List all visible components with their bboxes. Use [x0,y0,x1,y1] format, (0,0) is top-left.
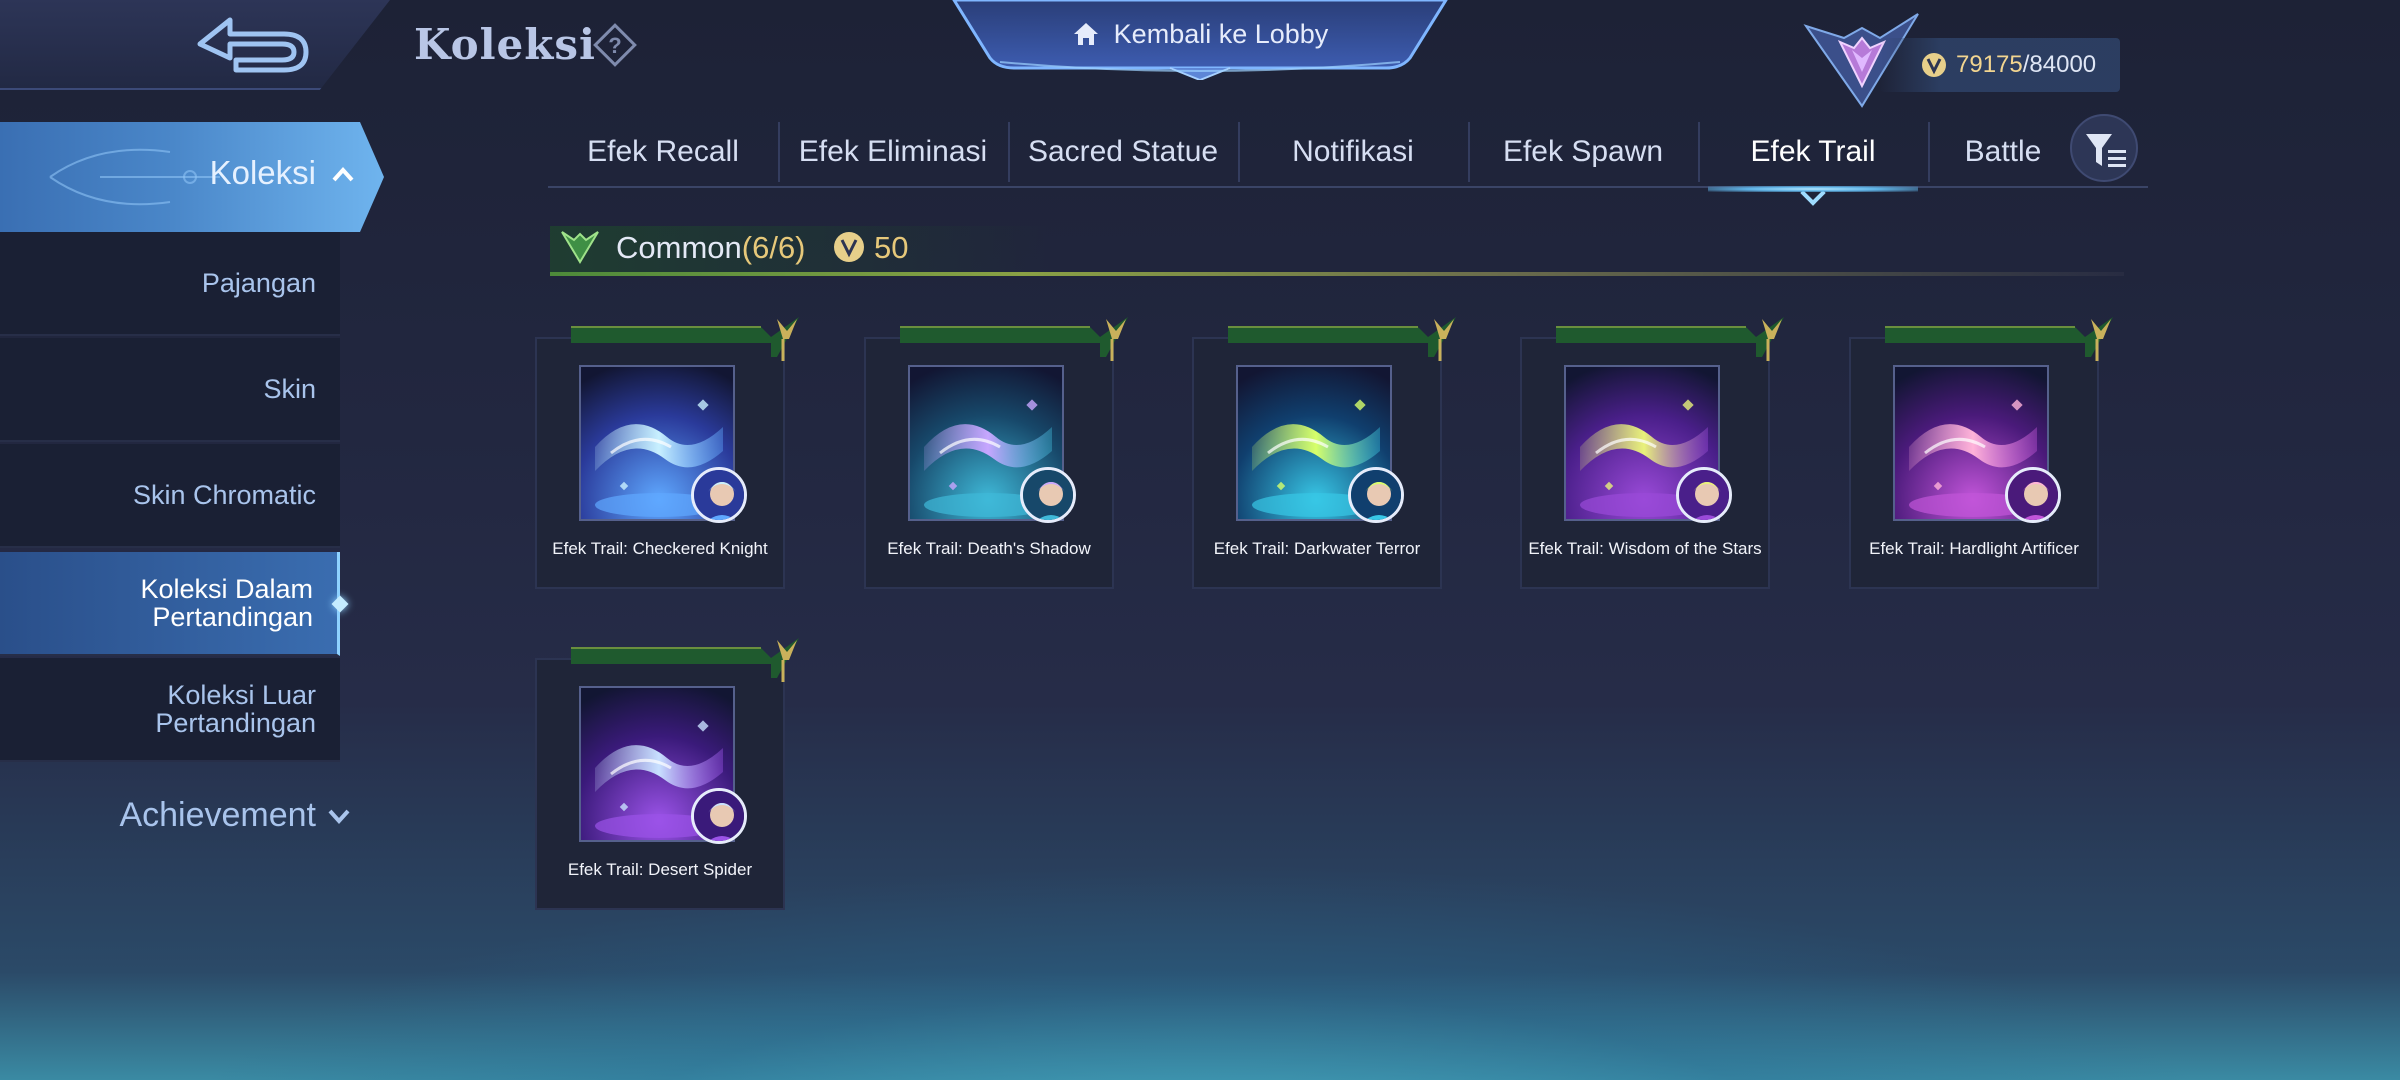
section-points: 50 [874,230,909,265]
filter-button[interactable] [2070,114,2138,182]
tab-efek-recall[interactable]: Efek Recall [548,116,778,188]
chevron-down-icon [328,809,350,824]
currency-text: 79175/84000 [1956,51,2096,79]
card-ribbon-icon [571,638,799,682]
hero-avatar-icon [691,467,747,523]
active-indicator-icon [331,595,349,613]
tab-label: Efek Trail [1750,135,1876,168]
rarity-label: Common [616,230,742,265]
item-card[interactable]: Efek Trail: Wisdom of the Stars [1520,317,1784,589]
card-ribbon-icon [1885,317,2113,361]
page-title: Koleksi [414,20,596,69]
sidebar-item-label: Koleksi Dalam Pertandingan [140,574,313,632]
item-card[interactable]: Efek Trail: Hardlight Artificer [1849,317,2113,589]
item-label: Efek Trail: Desert Spider [567,860,753,879]
lobby-label: Kembali ke Lobby [1113,18,1329,49]
tab-label: Efek Recall [587,135,739,168]
sidebar-item-skin-chromatic[interactable]: Skin Chromatic [0,444,340,548]
sidebar-item-label: Skin [263,374,316,404]
tab-battle[interactable]: Battle [1928,116,2078,188]
currency-total: /84000 [2022,51,2097,78]
tab-label: Efek Spawn [1502,135,1664,168]
back-to-lobby-button[interactable]: Kembali ke Lobby [1040,12,1360,56]
item-card[interactable]: Efek Trail: Death's Shadow [864,317,1128,589]
rarity-common-icon [561,231,599,264]
item-label: Efek Trail: Hardlight Artificer [1869,539,2079,558]
card-ribbon-icon [900,317,1128,361]
hero-avatar-icon [1676,467,1732,523]
points-icon [834,232,864,262]
tab-notifikasi[interactable]: Notifikasi [1238,116,1468,188]
sidebar-item-koleksi-luar-pertandingan[interactable]: Koleksi Luar Pertandingan [0,658,340,762]
tab-efek-eliminasi[interactable]: Efek Eliminasi [778,116,1008,188]
item-label: Efek Trail: Checkered Knight [552,539,768,558]
tab-label: Battle [1964,135,2042,168]
item-label: Efek Trail: Wisdom of the Stars [1528,539,1762,558]
tab-efek-trail[interactable]: Efek Trail [1698,116,1928,206]
item-card[interactable]: Efek Trail: Checkered Knight [535,317,799,589]
card-ribbon-icon [1228,317,1456,361]
tab-sacred-statue[interactable]: Sacred Statue [1008,116,1238,188]
sidebar-item-pajangan[interactable]: Pajangan [0,232,340,336]
sidebar-achievement-label: Achievement [119,795,316,834]
section-title: Common(6/6) [616,230,806,266]
currency-current: 79175 [1956,51,2023,78]
help-icon[interactable]: ? [592,22,638,68]
item-card[interactable]: Efek Trail: Darkwater Terror [1192,317,1456,589]
tab-label: Efek Eliminasi [798,135,988,168]
hero-avatar-icon [691,788,747,844]
card-ribbon-icon [1556,317,1784,361]
back-button[interactable] [196,14,314,76]
coin-icon [1922,53,1946,77]
top-left-panel [0,0,390,90]
filter-icon [2086,134,2126,167]
sidebar-item-koleksi-dalam-pertandingan[interactable]: Koleksi Dalam Pertandingan [0,552,349,656]
hero-avatar-icon [2005,467,2061,523]
hero-avatar-icon [1348,467,1404,523]
back-arrow-icon [197,17,309,73]
rarity-count: (6/6) [741,230,806,265]
hero-avatar-icon [1020,467,1076,523]
tab-bar: Efek Recall Efek Eliminasi Sacred Statue… [548,116,2148,206]
item-label: Efek Trail: Death's Shadow [887,539,1091,558]
sidebar-koleksi-header[interactable]: Koleksi [0,122,384,232]
item-label: Efek Trail: Darkwater Terror [1213,539,1421,558]
tab-efek-spawn[interactable]: Efek Spawn [1468,116,1698,188]
home-icon [1073,23,1098,45]
sidebar-achievement[interactable]: Achievement [0,790,360,840]
item-card[interactable]: Efek Trail: Desert Spider [535,638,799,910]
card-ribbon-icon [571,317,799,361]
tab-label: Notifikasi [1292,135,1414,168]
sidebar-item-label: Skin Chromatic [132,480,316,510]
sidebar-item-label: Pajangan [201,268,316,298]
currency-display: 79175/84000 [1880,38,2120,92]
tab-label: Sacred Statue [1027,135,1219,168]
active-tab-indicator-icon [1800,180,1826,206]
svg-text:?: ? [608,33,621,58]
sidebar-item-skin[interactable]: Skin [0,338,340,442]
chevron-up-icon [332,167,354,182]
sidebar-koleksi-label: Koleksi [209,154,316,191]
rarity-section-header: Common(6/6) 50 [550,220,2124,276]
sidebar-item-label: Koleksi Luar Pertandingan [155,680,316,738]
